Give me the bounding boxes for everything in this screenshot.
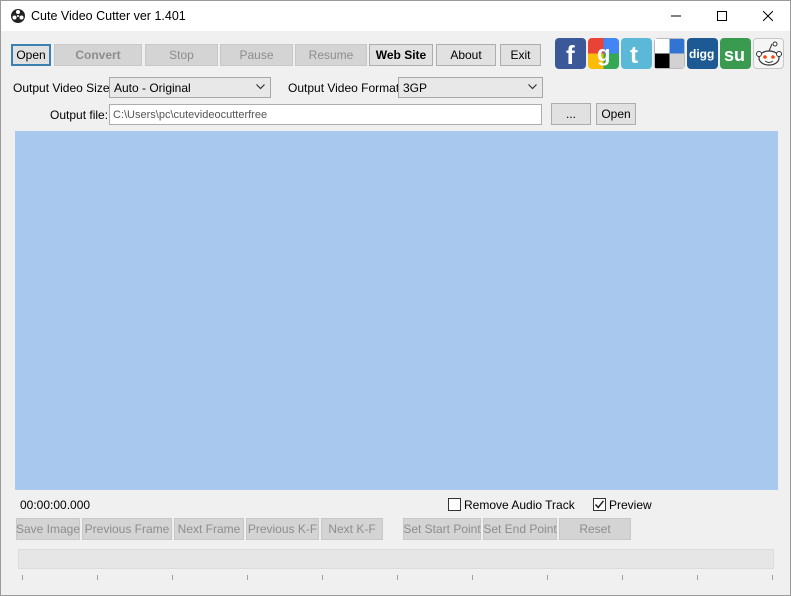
minimize-icon <box>671 15 681 17</box>
resume-button[interactable]: Resume <box>295 44 367 66</box>
facebook-icon-letter: f <box>566 40 575 69</box>
timeline-tick <box>472 575 473 580</box>
twitter-icon[interactable]: t <box>621 38 652 69</box>
previous-keyframe-button[interactable]: Previous K-F <box>246 518 319 540</box>
timeline-tick <box>247 575 248 580</box>
window-title: Cute Video Cutter ver 1.401 <box>31 9 186 23</box>
open-output-button[interactable]: Open <box>596 103 636 125</box>
next-frame-button[interactable]: Next Frame <box>174 518 244 540</box>
output-video-format-label: Output Video Format: <box>288 81 403 95</box>
digg-icon[interactable]: digg <box>687 38 718 69</box>
about-button[interactable]: About <box>436 44 496 66</box>
pause-button[interactable]: Pause <box>220 44 293 66</box>
timecode-display: 00:00:00.000 <box>20 498 91 512</box>
previous-frame-button[interactable]: Previous Frame <box>82 518 172 540</box>
reset-button[interactable]: Reset <box>559 518 631 540</box>
preview-checkbox[interactable] <box>593 498 606 511</box>
timeline-tick <box>322 575 323 580</box>
twitter-icon-letter: t <box>630 42 638 69</box>
next-keyframe-button[interactable]: Next K-F <box>321 518 383 540</box>
close-icon <box>763 11 773 21</box>
delicious-icon[interactable] <box>654 38 685 69</box>
exit-button[interactable]: Exit <box>500 44 541 66</box>
minimize-button[interactable] <box>653 1 699 31</box>
set-start-point-button[interactable]: Set Start Point <box>403 518 481 540</box>
google-icon-letter: g <box>597 41 610 66</box>
output-video-format-select[interactable]: 3GP <box>398 77 543 98</box>
chevron-down-icon <box>528 84 537 90</box>
output-file-value: C:\Users\pc\cutevideocutterfree <box>113 108 268 121</box>
timeline-tick <box>97 575 98 580</box>
output-file-input[interactable]: C:\Users\pc\cutevideocutterfree <box>109 104 542 125</box>
timeline-tick <box>547 575 548 580</box>
open-button[interactable]: Open <box>11 44 51 66</box>
browse-button[interactable]: ... <box>551 103 591 125</box>
output-video-size-value: Auto - Original <box>114 80 191 95</box>
output-video-size-label: Output Video Size: <box>13 81 113 95</box>
convert-button[interactable]: Convert <box>54 44 142 66</box>
output-video-format-value: 3GP <box>403 80 428 95</box>
timeline-slider[interactable] <box>18 549 774 569</box>
timeline-tick <box>172 575 173 580</box>
remove-audio-label: Remove Audio Track <box>464 498 575 512</box>
reddit-icon[interactable] <box>753 38 784 69</box>
digg-icon-text: digg <box>689 47 714 61</box>
set-end-point-button[interactable]: Set End Point <box>483 518 557 540</box>
preview-label: Preview <box>609 498 652 512</box>
output-file-label: Output file: <box>50 108 109 122</box>
stumbleupon-icon-text: su <box>724 45 745 65</box>
maximize-icon <box>717 11 727 21</box>
timeline-tick <box>397 575 398 580</box>
maximize-button[interactable] <box>699 1 745 31</box>
timeline-tick <box>697 575 698 580</box>
stop-button[interactable]: Stop <box>145 44 218 66</box>
close-button[interactable] <box>745 1 791 31</box>
output-video-size-select[interactable]: Auto - Original <box>109 77 271 98</box>
chevron-down-icon <box>256 84 265 90</box>
facebook-icon[interactable]: f <box>555 38 586 69</box>
save-image-button[interactable]: Save Image <box>16 518 80 540</box>
video-preview-area[interactable] <box>15 131 778 490</box>
website-button[interactable]: Web Site <box>369 44 433 66</box>
app-window: Cute Video Cutter ver 1.401 Open Convert… <box>0 0 791 596</box>
timeline-tick <box>22 575 23 580</box>
title-bar[interactable]: Cute Video Cutter ver 1.401 <box>1 1 790 31</box>
film-reel-icon <box>11 9 25 23</box>
timeline-tick <box>622 575 623 580</box>
timeline-tick <box>772 575 773 580</box>
stumbleupon-icon[interactable]: su <box>720 38 751 69</box>
remove-audio-checkbox[interactable] <box>448 498 461 511</box>
google-icon[interactable]: g <box>588 38 619 69</box>
checkmark-icon <box>594 500 605 509</box>
